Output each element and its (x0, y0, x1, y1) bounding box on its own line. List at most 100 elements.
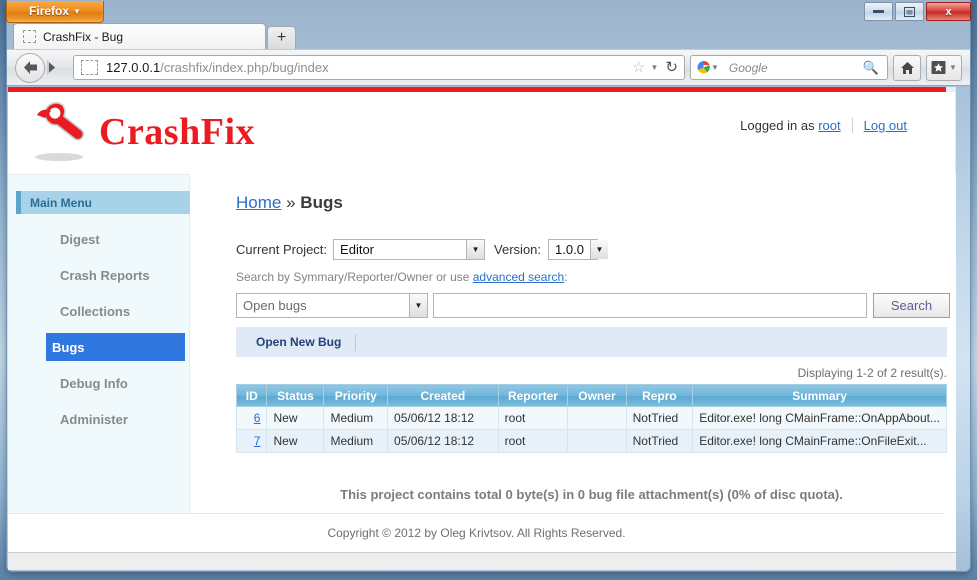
forward-button[interactable] (43, 54, 69, 82)
sidebar-item-bugs[interactable]: Bugs (46, 333, 185, 361)
sidebar-title: Main Menu (16, 191, 191, 214)
divider (851, 118, 853, 133)
home-button[interactable] (893, 54, 921, 81)
sidebar-item-debug-info[interactable]: Debug Info (16, 369, 180, 397)
user-session-box: Logged in as root Log out (740, 118, 907, 133)
column-header-reporter[interactable]: Reporter (497, 384, 569, 407)
url-bar-icons: ☆ ▼ ↻ (632, 60, 684, 75)
maximize-button[interactable] (895, 2, 924, 21)
new-tab-button[interactable]: + (267, 26, 296, 49)
site-footer: Copyright © 2012 by Oleg Krivtsov. All R… (8, 513, 945, 552)
reload-icon[interactable]: ↻ (665, 60, 678, 75)
page-viewport: CrashFix Logged in as root Log out Main … (8, 87, 956, 552)
breadcrumb-home-link[interactable]: Home (236, 193, 281, 212)
project-select-value: Editor (340, 242, 375, 257)
sidebar-item-label: Digest (60, 231, 100, 247)
column-header-priority[interactable]: Priority (323, 384, 389, 407)
result-count: Displaying 1-2 of 2 result(s). (797, 366, 947, 380)
sidebar-item-collections[interactable]: Collections (16, 297, 180, 325)
url-text: 127.0.0.1/crashfix/index.php/bug/index (106, 60, 632, 75)
advanced-search-link[interactable]: advanced search (473, 270, 564, 284)
cell-priority: Medium (323, 429, 389, 453)
sidebar-item-label: Debug Info (60, 375, 128, 391)
cell-summary: Editor.exe! long CMainFrame::OnFileExit.… (692, 429, 947, 453)
page-title: Bugs (300, 193, 343, 212)
close-button[interactable]: x (926, 2, 971, 21)
sidebar-item-label: Administer (60, 411, 128, 427)
firefox-menu-label: Firefox (29, 4, 70, 18)
username-link[interactable]: root (818, 118, 840, 133)
version-select[interactable]: 1.0.0 ▼ (548, 239, 608, 260)
url-bar[interactable]: 127.0.0.1/crashfix/index.php/bug/index ☆… (73, 55, 685, 80)
chevron-down-icon[interactable]: ▼ (651, 63, 659, 72)
maximize-icon (904, 6, 915, 17)
breadcrumb: Home » Bugs (236, 193, 950, 213)
browser-status-strip (8, 552, 956, 570)
sidebar-item-label: Crash Reports (60, 267, 150, 283)
chevron-down-icon: ▼ (466, 240, 485, 259)
site-identity-icon[interactable] (81, 60, 98, 75)
table-header-row: ID Status Priority Created Reporter Owne… (235, 384, 947, 407)
chevron-down-icon: ▼ (409, 294, 427, 317)
cell-reporter: root (497, 429, 569, 453)
divider (355, 333, 357, 351)
cell-status: New (266, 429, 325, 453)
column-header-status[interactable]: Status (266, 384, 325, 407)
back-button[interactable] (15, 52, 45, 83)
google-icon (696, 60, 711, 75)
cell-summary: Editor.exe! long CMainFrame::OnAppAbout.… (692, 406, 947, 430)
wrench-icon (35, 102, 85, 161)
column-header-summary[interactable]: Summary (692, 384, 947, 407)
column-header-repro[interactable]: Repro (625, 384, 694, 407)
bug-scope-value: Open bugs (243, 298, 307, 313)
page-content: CrashFix Logged in as root Log out Main … (8, 92, 956, 552)
sidebar-item-label: Bugs (52, 339, 85, 355)
table-row[interactable]: 7 New Medium 05/06/12 18:12 root NotTrie… (235, 429, 947, 453)
browser-tab[interactable]: CrashFix - Bug (13, 23, 266, 49)
sidebar-item-administer[interactable]: Administer (16, 405, 180, 433)
chevron-down-icon[interactable]: ▼ (949, 63, 957, 72)
search-hint-suffix: : (564, 270, 568, 284)
search-button[interactable]: Search (873, 293, 950, 318)
tab-strip: CrashFix - Bug + (8, 23, 969, 49)
bugs-table: ID Status Priority Created Reporter Owne… (235, 384, 947, 453)
logout-link[interactable]: Log out (864, 118, 907, 133)
bug-scope-select[interactable]: Open bugs ▼ (236, 293, 428, 318)
table-row[interactable]: 6 New Medium 05/06/12 18:12 root NotTrie… (235, 406, 947, 430)
back-arrow-icon (23, 61, 37, 74)
page-columns: Main Menu Digest Crash Reports Collectio… (8, 174, 956, 552)
search-input[interactable] (433, 293, 867, 318)
window-controls: x (862, 2, 971, 22)
current-project-label: Current Project: (236, 242, 328, 257)
site-logo[interactable]: CrashFix (29, 100, 255, 164)
cell-reporter: root (497, 406, 569, 430)
minimize-icon (873, 10, 884, 13)
sidebar-item-digest[interactable]: Digest (16, 225, 180, 253)
bookmarks-button[interactable]: ▼ (926, 54, 962, 81)
sidebar-item-label: Collections (60, 303, 131, 319)
new-tab-label: + (276, 29, 287, 46)
firefox-menu-button[interactable]: Firefox ▼ (6, 1, 104, 23)
column-header-owner[interactable]: Owner (567, 384, 627, 407)
home-icon (900, 61, 914, 74)
version-select-value: 1.0.0 (555, 242, 584, 257)
sidebar-item-crash-reports[interactable]: Crash Reports (16, 261, 180, 289)
sidebar-title-label: Main Menu (30, 195, 92, 210)
column-header-id[interactable]: ID (235, 384, 268, 407)
bug-id-link[interactable]: 7 (254, 434, 261, 448)
minimize-button[interactable] (864, 2, 893, 21)
chevron-down-icon: ▼ (73, 7, 81, 17)
search-row: Open bugs ▼ Search (236, 293, 950, 318)
cell-owner (567, 429, 627, 453)
search-bar[interactable]: ▼ Google 🔍 (690, 55, 888, 80)
column-header-created[interactable]: Created (387, 384, 499, 407)
cell-status: New (266, 406, 325, 430)
chevron-down-icon[interactable]: ▼ (711, 63, 719, 72)
project-select[interactable]: Editor ▼ (333, 239, 486, 260)
bookmark-star-icon[interactable]: ☆ (632, 60, 645, 75)
open-new-bug-link[interactable]: Open New Bug (256, 335, 341, 349)
bug-id-link[interactable]: 6 (254, 411, 261, 425)
cell-created: 05/06/12 18:12 (387, 406, 499, 430)
search-icon[interactable]: 🔍 (863, 60, 879, 76)
tab-title: CrashFix - Bug (43, 29, 124, 44)
